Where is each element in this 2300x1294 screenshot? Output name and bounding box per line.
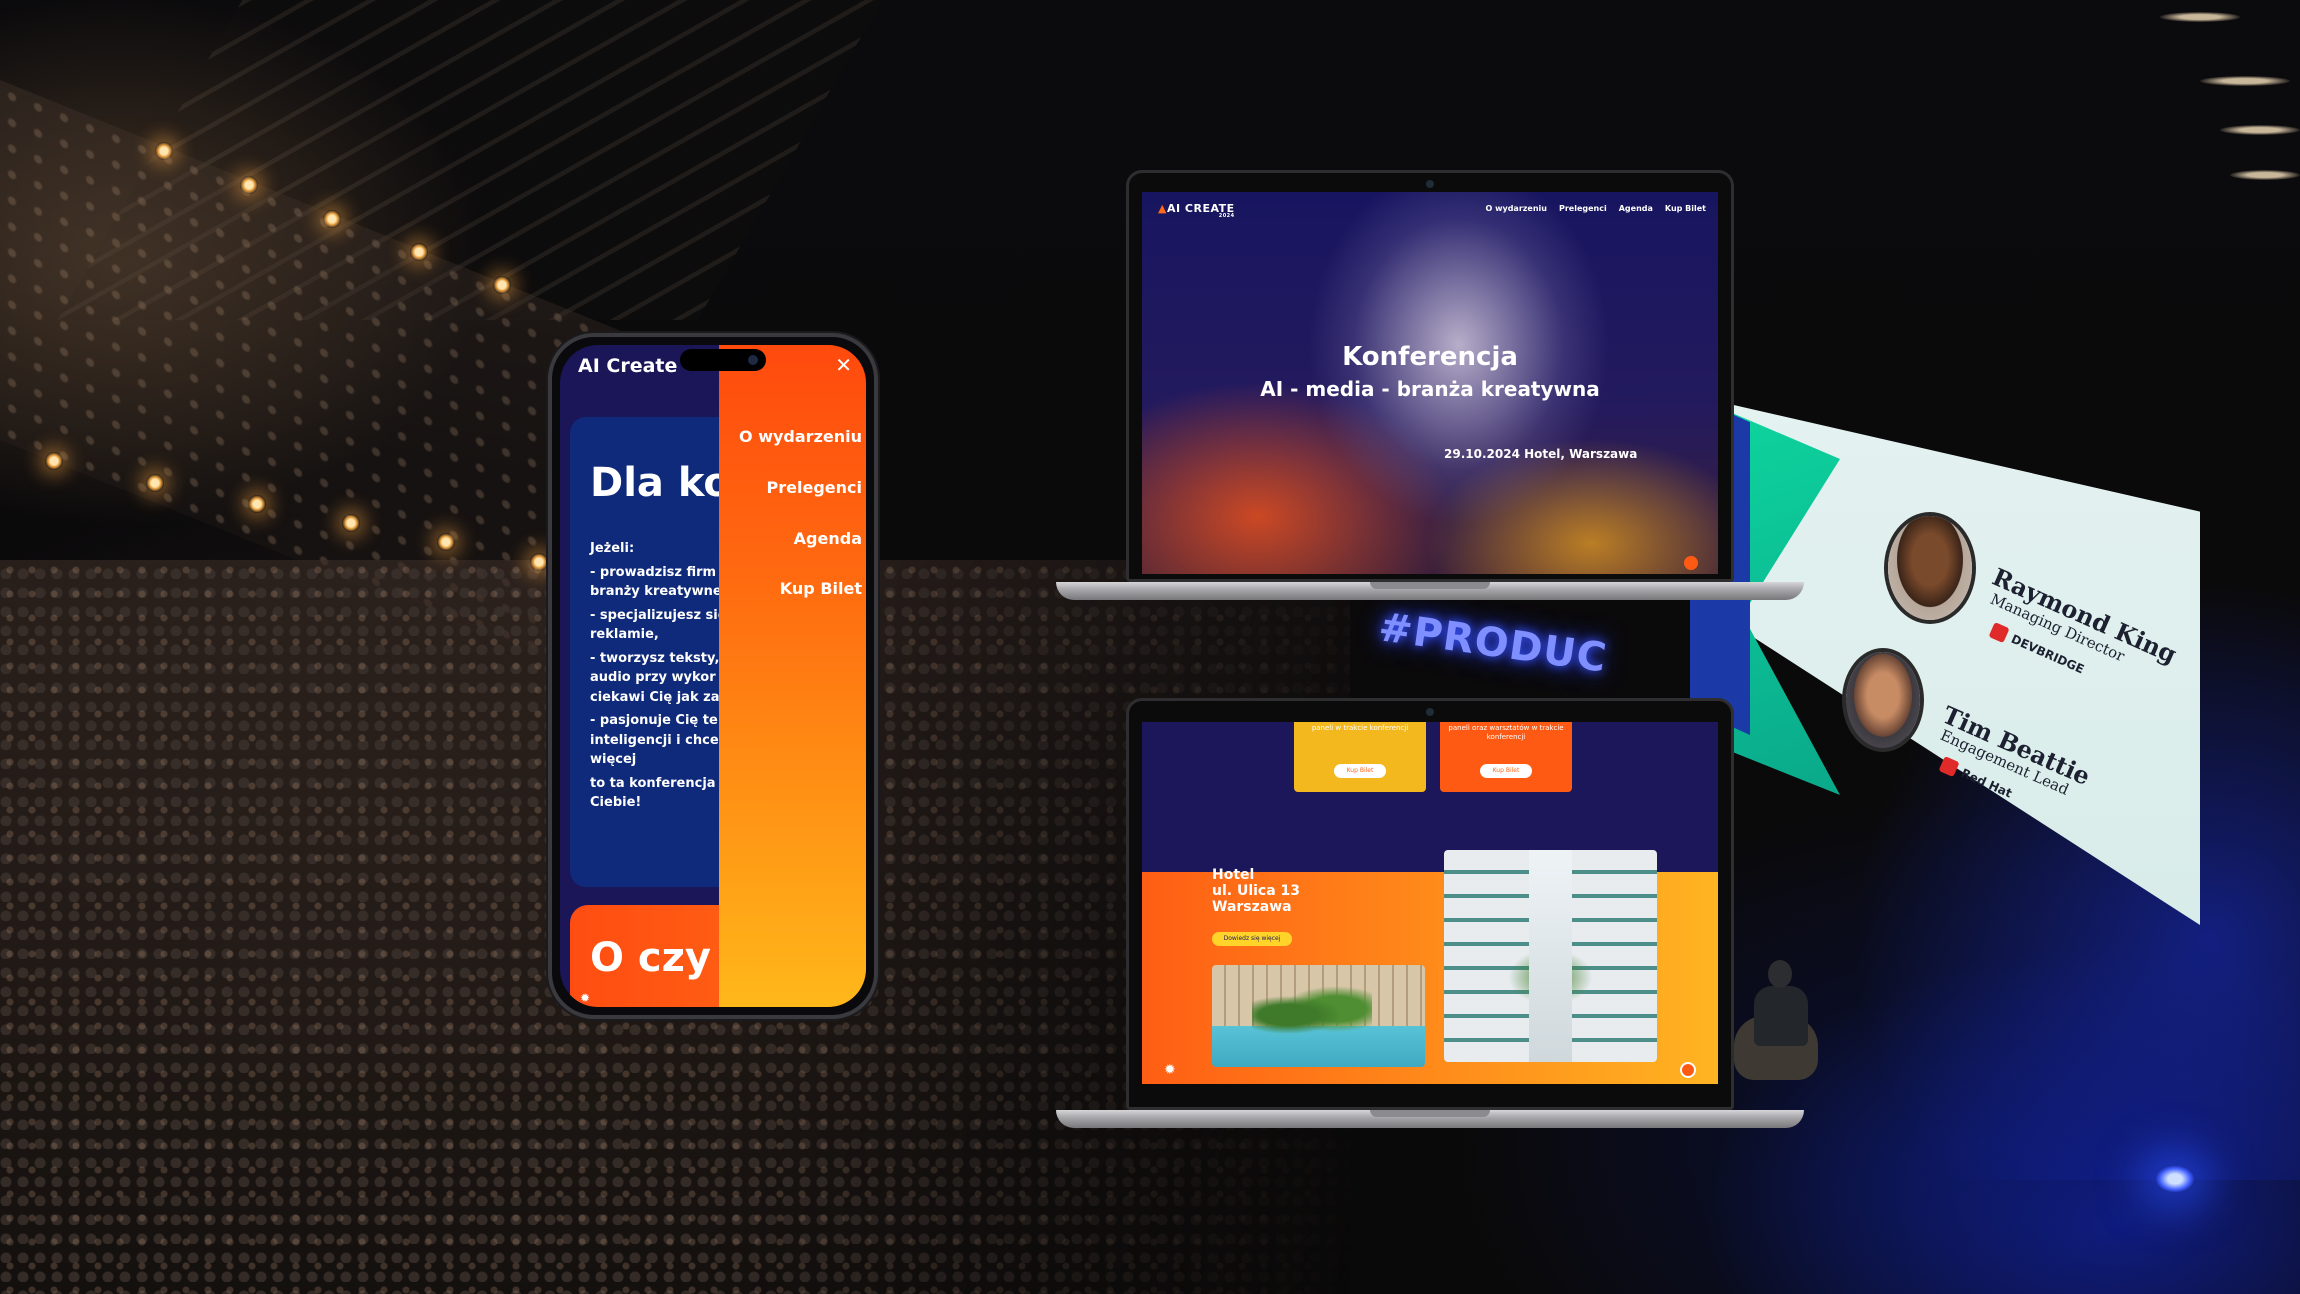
wall-lamp [45,452,63,470]
menu-item-kup-bilet[interactable]: Kup Bilet [780,579,862,598]
menu-item-o-wydarzeniu[interactable]: O wydarzeniu [739,427,862,446]
laptop-screen: ▲AI CREATE 2024 O wydarzeniu Prelegenci A… [1142,192,1718,574]
hero-date-location: 29.10.2024 Hotel, Warszawa [1444,447,1638,461]
nav-o-wydarzeniu[interactable]: O wydarzeniu [1486,204,1547,213]
speaker-photo [1884,512,1976,624]
mobile-logo[interactable]: AI Create [578,355,677,377]
hero-title: Konferencja [1342,342,1518,372]
close-icon[interactable]: ✕ [835,353,852,377]
wall-lamp [410,243,428,261]
chat-icon[interactable] [1684,556,1698,570]
site-logo[interactable]: ▲AI CREATE 2024 [1158,202,1235,219]
stage-spotlight [2155,1165,2195,1193]
speaker-photo [1842,648,1924,752]
laptop-hero-mockup: ▲AI CREATE 2024 O wydarzeniu Prelegenci A… [1056,170,1804,602]
wall-lamp [342,514,360,532]
venue-address: Hotel ul. Ulica 13 Warszawa [1212,867,1301,916]
learn-more-button[interactable]: Dowiedz się więcej [1212,932,1292,946]
hotel-pool-photo [1212,965,1425,1067]
kup-bilet-button[interactable]: Kup Bilet [1480,764,1532,778]
laptop-screen: paneli w trakcie konferencji Kup Bilet p… [1142,722,1718,1084]
hotel-courtyard-photo [1444,850,1657,1062]
ticket-card: paneli oraz warsztatów w trakcie konfere… [1440,722,1572,792]
nav-prelegenci[interactable]: Prelegenci [1559,204,1607,213]
ceiling-light [2220,125,2300,135]
wall-lamp [240,176,258,194]
site-nav: O wydarzeniu Prelegenci Agenda Kup Bilet [1486,204,1707,213]
stage-sign: #PRODUC [1375,604,1610,682]
wall-lamp [530,553,548,571]
wall-lamp [437,533,455,551]
nav-agenda[interactable]: Agenda [1619,204,1653,213]
menu-item-agenda[interactable]: Agenda [794,529,862,548]
wall-lamp [493,276,511,294]
showcase-stage: Raymond King Managing Director DEVBRIDGE… [0,0,2300,1294]
ticket-card: paneli w trakcie konferencji Kup Bilet [1294,722,1426,792]
wall-lamp [155,142,173,160]
hero-subtitle: AI - media - branża kreatywna [1260,377,1600,401]
audience-heading: Dla ko [590,460,731,506]
kup-bilet-button[interactable]: Kup Bilet [1334,764,1386,778]
wall-lamp [248,495,266,513]
about-heading: O czy [590,935,711,981]
laptop-venue-mockup: paneli w trakcie konferencji Kup Bilet p… [1056,698,1804,1130]
mobile-menu-drawer: ✕ O wydarzeniu Prelegenci Agenda Kup Bil… [719,345,866,1007]
ceiling-light [2160,12,2240,22]
menu-item-prelegenci[interactable]: Prelegenci [767,478,862,497]
logo-mark-icon: ▲ [1158,202,1167,215]
phone-mockup: AI Create Dla ko Jeżeli: - prowadzisz fi… [548,333,878,1019]
ceiling-light [2200,76,2290,86]
settings-icon[interactable]: ✹ [580,991,590,1005]
wall-lamp [146,474,164,492]
wall-lamp [323,210,341,228]
audience-text: Jeżeli: - prowadzisz firm branży kreatyw… [590,541,727,810]
chat-icon[interactable] [1680,1062,1696,1078]
settings-icon[interactable]: ✹ [1164,1062,1176,1078]
phone-screen: AI Create Dla ko Jeżeli: - prowadzisz fi… [560,345,866,1007]
nav-kup-bilet[interactable]: Kup Bilet [1665,204,1706,213]
ceiling-light [2230,170,2300,180]
dynamic-island [680,349,766,371]
